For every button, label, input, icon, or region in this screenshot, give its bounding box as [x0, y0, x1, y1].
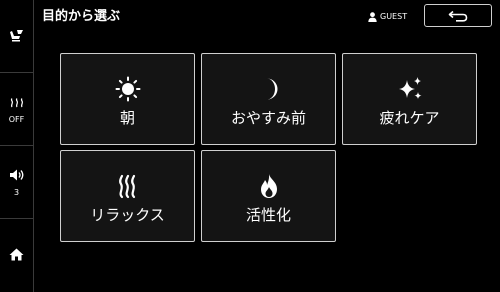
tile-label: リラックス [90, 206, 165, 224]
seat-icon [9, 27, 25, 46]
user-icon [368, 12, 377, 22]
user-name: GUEST [380, 12, 408, 21]
flame-icon [260, 174, 277, 198]
tile-label: 朝 [119, 109, 135, 127]
seat-button[interactable] [0, 0, 33, 72]
volume-button[interactable]: 3 [0, 146, 33, 218]
home-icon [9, 246, 24, 265]
tile-before-sleep[interactable]: おやすみ前 [201, 53, 336, 145]
tile-label: おやすみ前 [230, 109, 306, 127]
back-arrow-icon [448, 10, 468, 22]
moon-icon [266, 78, 278, 100]
tile-fatigue-care[interactable]: 疲れケア [342, 53, 477, 145]
user-indicator: GUEST [368, 10, 407, 24]
tile-label: 活性化 [245, 206, 291, 224]
steam-icon [118, 174, 135, 199]
home-button[interactable] [0, 219, 33, 292]
tile-label: 疲れケア [379, 109, 440, 127]
tile-activation[interactable]: 活性化 [201, 150, 336, 242]
seat-heater-button[interactable]: OFF [0, 73, 33, 145]
tile-morning[interactable]: 朝 [60, 53, 195, 145]
volume-level-label: 3 [13, 188, 20, 197]
back-button[interactable] [424, 4, 492, 27]
tile-relax[interactable]: リラックス [60, 150, 195, 242]
sparkle-icon [398, 77, 421, 100]
left-sidebar: OFF 3 [0, 0, 34, 292]
page-title: 目的から選ぶ [42, 9, 121, 24]
heater-icon [10, 93, 24, 112]
heater-status-label: OFF [8, 115, 25, 124]
speaker-icon [9, 166, 25, 185]
sun-icon [115, 76, 140, 102]
